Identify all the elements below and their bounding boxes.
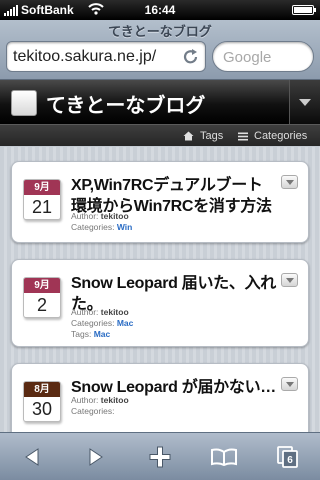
- categories-label[interactable]: Categories: [254, 130, 307, 142]
- expand-button[interactable]: [281, 377, 298, 391]
- back-arrow-icon: [25, 448, 39, 466]
- list-icon: [238, 132, 248, 140]
- expand-button[interactable]: [281, 273, 298, 287]
- add-bookmark-button[interactable]: [128, 433, 192, 480]
- post-author: Author: tekitoo: [71, 395, 129, 405]
- clock: 16:44: [144, 3, 176, 17]
- date-badge: 8月 30: [23, 381, 61, 422]
- battery-icon: [292, 5, 316, 15]
- date-day: 2: [36, 295, 47, 315]
- date-month: 9月: [24, 180, 60, 195]
- bookmarks-button[interactable]: [192, 433, 256, 480]
- blog-title[interactable]: てきとーなブログ: [46, 89, 205, 118]
- post-categories: Categories: Mac: [71, 318, 134, 328]
- expand-button[interactable]: [281, 175, 298, 189]
- tag-link[interactable]: Mac: [94, 329, 111, 339]
- reload-icon[interactable]: [183, 48, 199, 65]
- triangle-down-icon: [299, 99, 311, 106]
- subnav: Tags Categories: [0, 124, 320, 146]
- tags-label[interactable]: Tags: [200, 130, 223, 142]
- tag-icon: [183, 131, 194, 141]
- search-input[interactable]: [223, 47, 305, 67]
- tags-link[interactable]: Tags: [183, 130, 223, 142]
- date-day: 21: [31, 197, 53, 217]
- menu-toggle-button[interactable]: [289, 80, 320, 124]
- back-button[interactable]: [0, 433, 64, 480]
- category-link[interactable]: Win: [117, 222, 133, 232]
- book-icon: [211, 448, 237, 466]
- plus-icon: [149, 446, 171, 468]
- date-month: 9月: [24, 278, 60, 293]
- blog-header: てきとーなブログ: [0, 80, 320, 124]
- post-meta: Author: tekitoo Categories:: [71, 395, 129, 417]
- browser-chrome: てきとーなブログ tekitoo.sakura.ne.jp/: [0, 20, 320, 80]
- post-card[interactable]: 9月 2 Snow Leopard 届いた、入れた。 Author: tekit…: [11, 259, 309, 347]
- post-categories: Categories:: [71, 406, 115, 416]
- post-author: Author: tekitoo: [71, 211, 129, 221]
- browser-toolbar: 6: [0, 432, 320, 480]
- date-badge: 9月 2: [23, 277, 61, 318]
- date-day: 30: [31, 399, 53, 419]
- post-tags: Tags: Mac: [71, 329, 111, 339]
- page-title: てきとーなブログ: [108, 24, 212, 39]
- post-author: Author: tekitoo: [71, 307, 129, 317]
- date-badge: 9月 21: [23, 179, 61, 220]
- forward-arrow-icon: [89, 448, 103, 466]
- blog-logo: [11, 90, 37, 116]
- url-field[interactable]: tekitoo.sakura.ne.jp/: [6, 41, 206, 72]
- post-card[interactable]: 8月 30 Snow Leopard が届かない… Author: tekito…: [11, 363, 309, 432]
- post-list: 9月 21 XP,Win7RCデュアルブート環境からWin7RCを消す方法 Au…: [0, 147, 320, 432]
- post-meta: Author: tekitoo Categories: Mac Tags: Ma…: [71, 307, 133, 340]
- status-bar: SoftBank 16:44: [0, 0, 320, 20]
- post-card[interactable]: 9月 21 XP,Win7RCデュアルブート環境からWin7RCを消す方法 Au…: [11, 161, 309, 243]
- categories-link[interactable]: Categories: [238, 130, 307, 142]
- url-text[interactable]: tekitoo.sakura.ne.jp/: [13, 48, 156, 66]
- post-meta: Author: tekitoo Categories: Win: [71, 211, 132, 233]
- post-categories: Categories: Win: [71, 222, 133, 232]
- forward-button[interactable]: [64, 433, 128, 480]
- pages-button[interactable]: 6: [256, 433, 320, 480]
- tab-count: 6: [287, 455, 293, 466]
- date-month: 8月: [24, 382, 60, 397]
- category-link[interactable]: Mac: [117, 318, 134, 328]
- pages-icon: 6: [277, 446, 298, 468]
- search-field[interactable]: [212, 41, 314, 72]
